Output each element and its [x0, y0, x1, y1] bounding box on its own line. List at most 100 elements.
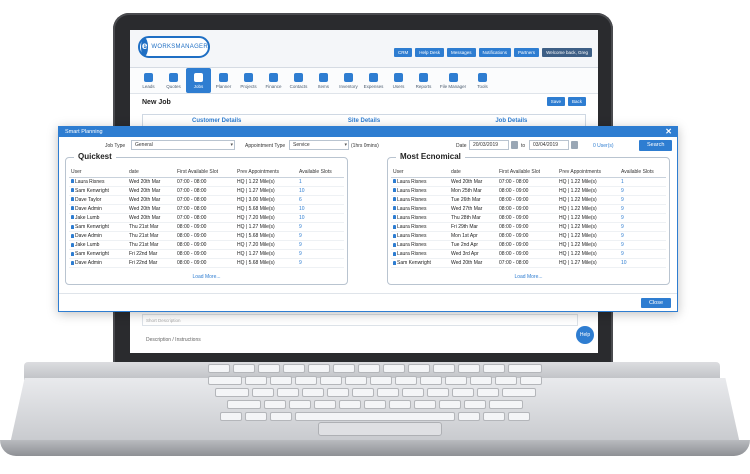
table-row[interactable]: Dave Taylor Wed 20th Mar 07:00 - 08:00 HQ |… [69, 195, 344, 205]
cell-available-slots[interactable]: 10 [297, 213, 344, 223]
cell-user-text: Sam Kenwright [75, 224, 109, 231]
cell-first-slot-text: 07:00 - 08:00 [499, 178, 529, 185]
notifications-button[interactable]: Notifications [478, 48, 512, 57]
cell-date: Wed 20th Mar [127, 186, 175, 196]
table-row[interactable]: Jake Lumb Wed 20th Mar 07:00 - 08:00 HQ | 7… [69, 213, 344, 223]
cell-available-slots[interactable]: 1 [619, 177, 666, 187]
table-row[interactable]: Laura Risnes Thu 28th Mar 08:00 - 09:00 HQ … [391, 213, 666, 223]
cell-user-text: Dave Admin [75, 233, 102, 240]
cell-available-slots[interactable]: 6 [297, 195, 344, 205]
table-row[interactable]: Jake Lumb Thu 21st Mar 08:00 - 09:00 HQ | 7… [69, 240, 344, 251]
nav-tools[interactable]: Tools [470, 68, 495, 93]
save-button[interactable]: Save [546, 97, 565, 106]
nav-expenses[interactable]: Expenses [361, 68, 386, 93]
cell-available-slots[interactable]: 9 [297, 231, 344, 242]
user-icon [393, 233, 396, 238]
table-row[interactable]: Laura Risnes Tue 26th Mar 08:00 - 09:00 HQ … [391, 195, 666, 205]
quickest-table: User date First Available Slot Prev Appo… [69, 168, 344, 269]
nav-items[interactable]: Items [311, 68, 336, 93]
table-row[interactable]: Laura Risnes Tue 2nd Apr 08:00 - 09:00 HQ |… [391, 240, 666, 251]
brand-name: WORKSMANAGER [151, 44, 208, 50]
user-menu-button[interactable]: Welcome back, Greg [542, 48, 592, 57]
nav-contacts[interactable]: Contacts [286, 68, 311, 93]
cell-available-slots[interactable]: 10 [619, 258, 666, 269]
cell-prev-appointments: HQ | 1.27 Mile(s) [235, 222, 297, 233]
nav-quotes[interactable]: Quotes [161, 68, 186, 93]
nav-reports[interactable]: Reports [411, 68, 436, 93]
cell-available-slots[interactable]: 9 [619, 231, 666, 242]
cell-available-slots[interactable]: 9 [619, 213, 666, 223]
cell-available-slots[interactable]: 9 [619, 240, 666, 251]
nav-file-manager[interactable]: File Manager [436, 68, 470, 93]
nav-jobs[interactable]: Jobs [186, 68, 211, 93]
table-row[interactable]: Sam Kenwright Wed 20th Mar 07:00 - 08:00 HQ… [69, 186, 344, 196]
partners-button[interactable]: Partners [514, 48, 540, 57]
nav-planner[interactable]: Planner [211, 68, 236, 93]
cell-available-slots[interactable]: 1 [297, 177, 344, 187]
back-button[interactable]: Back [567, 97, 586, 106]
calendar-icon[interactable] [511, 141, 518, 149]
date-from-input[interactable]: 20/03/2019 [469, 140, 509, 150]
cell-date-text: Wed 20th Mar [129, 187, 161, 194]
cell-date-text: Wed 20th Mar [129, 196, 161, 203]
cell-available-slots[interactable]: 9 [619, 195, 666, 205]
table-row[interactable]: Laura Risnes Wed 20th Mar 07:00 - 08:00 HQ … [391, 177, 666, 187]
table-row[interactable]: Laura Risnes Mon 1st Apr 08:00 - 09:00 HQ |… [391, 231, 666, 242]
nav-label: Inventory [339, 83, 358, 89]
cell-available-slots-text: 9 [299, 233, 302, 240]
cell-user: Jake Lumb [69, 240, 127, 251]
table-row[interactable]: Dave Admin Wed 20th Mar 07:00 - 08:00 HQ | … [69, 204, 344, 214]
load-more-link[interactable]: Load More... [66, 274, 347, 280]
top-buttons: CRM Help Desk Messages Notifications Par… [394, 48, 592, 57]
nav-projects[interactable]: Projects [236, 68, 261, 93]
cell-user: Jake Lumb [69, 213, 127, 223]
cell-first-slot: 08:00 - 09:00 [175, 240, 235, 251]
table-row[interactable]: Sam Kenwright Fri 22nd Mar 08:00 - 09:00 HQ… [69, 249, 344, 260]
date-to-input[interactable]: 03/04/2019 [529, 140, 569, 150]
cell-available-slots[interactable]: 9 [297, 249, 344, 260]
nav-inventory[interactable]: Inventory [336, 68, 361, 93]
tools-icon [478, 72, 487, 82]
table-row[interactable]: Dave Admin Fri 22nd Mar 08:00 - 09:00 HQ | … [69, 258, 344, 269]
table-row[interactable]: Laura Risnes Mon 25th Mar 08:00 - 09:00 HQ … [391, 186, 666, 196]
cell-first-slot: 08:00 - 09:00 [175, 258, 235, 269]
nav-leads[interactable]: Leads [136, 68, 161, 93]
table-row[interactable]: Dave Admin Thu 21st Mar 08:00 - 09:00 HQ | … [69, 231, 344, 242]
brand-logo[interactable]: e WORKSMANAGER [138, 36, 210, 58]
users-filter-link[interactable]: 0 User(s) [593, 143, 614, 149]
table-row[interactable]: Laura Risnes Fri 29th Mar 08:00 - 09:00 HQ … [391, 222, 666, 233]
cell-date: Thu 28th Mar [449, 213, 497, 223]
cell-first-slot: 08:00 - 09:00 [497, 222, 557, 233]
appointment-type-select[interactable]: Service ▾ [289, 140, 349, 150]
table-row[interactable]: Laura Risnes Wed 27th Mar 08:00 - 09:00 HQ … [391, 204, 666, 214]
user-icon [71, 179, 74, 184]
cell-available-slots[interactable]: 9 [297, 240, 344, 251]
cell-available-slots[interactable]: 9 [619, 204, 666, 214]
cell-first-slot: 07:00 - 08:00 [175, 195, 235, 205]
table-row[interactable]: Sam Kenwright Thu 21st Mar 08:00 - 09:00 HQ… [69, 222, 344, 233]
close-button[interactable]: Close [640, 298, 671, 308]
calendar-icon[interactable] [571, 141, 578, 149]
cell-available-slots[interactable]: 9 [619, 186, 666, 196]
cell-available-slots[interactable]: 10 [297, 186, 344, 196]
cell-available-slots[interactable]: 9 [619, 222, 666, 233]
nav-users[interactable]: Users [386, 68, 411, 93]
help-button[interactable]: Help [576, 326, 594, 344]
search-button[interactable]: Search [639, 140, 673, 151]
load-more-link[interactable]: Load More... [388, 274, 669, 280]
crm-button[interactable]: CRM [394, 48, 413, 57]
cell-available-slots[interactable]: 9 [297, 222, 344, 233]
nav-finance[interactable]: Finance [261, 68, 286, 93]
job-type-select[interactable]: General ▾ [131, 140, 235, 150]
cell-available-slots[interactable]: 9 [619, 249, 666, 260]
short-description-input[interactable]: Short Description [142, 314, 578, 326]
cell-prev-appointments: HQ | 3.00 Mile(s) [235, 195, 297, 205]
table-row[interactable]: Sam Kenwright Wed 20th Mar 07:00 - 08:00 HQ… [391, 258, 666, 269]
cell-available-slots[interactable]: 10 [297, 204, 344, 214]
close-icon[interactable]: ✕ [665, 127, 672, 137]
table-row[interactable]: Laura Risnes Wed 3rd Apr 08:00 - 09:00 HQ |… [391, 249, 666, 260]
table-row[interactable]: Laura Risnes Wed 20th Mar 07:00 - 08:00 HQ … [69, 177, 344, 187]
messages-button[interactable]: Messages [447, 48, 476, 57]
cell-available-slots[interactable]: 9 [297, 258, 344, 269]
help-desk-button[interactable]: Help Desk [415, 48, 445, 57]
